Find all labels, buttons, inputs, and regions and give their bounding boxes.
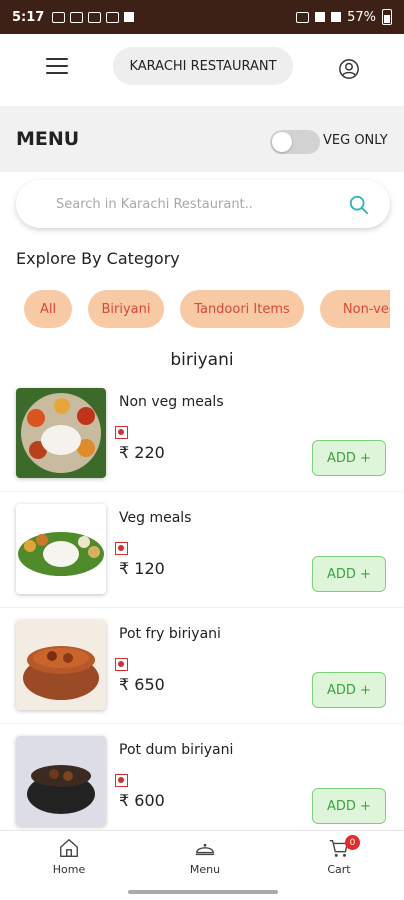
home-icon	[60, 839, 78, 857]
item-price: ₹ 600	[119, 791, 165, 810]
bottom-navigation: Home Menu 0 Cart	[0, 830, 404, 886]
instagram-icon	[52, 11, 66, 23]
category-heading: Explore By Category	[16, 249, 180, 268]
nav-home-label: Home	[52, 863, 86, 876]
nav-cart-label: Cart	[327, 863, 351, 876]
item-image-pot-fry-biriyani	[16, 620, 106, 710]
notification-icons	[52, 11, 135, 23]
search-area	[0, 172, 404, 238]
category-biriyani[interactable]: Biriyani	[88, 290, 164, 328]
wifi-icon	[315, 12, 326, 22]
hamburger-icon[interactable]	[46, 56, 68, 76]
veg-only-label: VEG ONLY	[323, 133, 388, 148]
gmail-icon	[106, 11, 120, 23]
volte-icon	[296, 11, 310, 23]
battery-icon	[382, 9, 392, 25]
menu-item[interactable]: Non veg meals ₹ 220 ADD +	[0, 376, 404, 492]
item-price: ₹ 220	[119, 443, 165, 462]
nav-cart[interactable]: 0 Cart	[299, 835, 379, 876]
category-tandoori-items[interactable]: Tandoori Items	[180, 290, 304, 328]
cart-count-badge: 0	[345, 835, 360, 850]
signal-icon	[331, 12, 342, 22]
menu-item[interactable]: Pot fry biriyani ₹ 650 ADD +	[0, 608, 404, 724]
nav-menu-label: Menu	[189, 863, 221, 876]
nav-home[interactable]: Home	[29, 837, 109, 876]
notification-bell-icon	[124, 12, 135, 22]
search-input[interactable]	[56, 193, 326, 215]
item-name: Veg meals	[119, 510, 192, 526]
item-name: Non veg meals	[119, 394, 224, 410]
top-app-bar: KARACHI RESTAURANT	[0, 34, 404, 106]
menu-title: MENU	[16, 128, 80, 150]
menu-item[interactable]: Pot dum biriyani ₹ 600 ADD +	[0, 724, 404, 840]
item-name: Pot fry biriyani	[119, 626, 221, 642]
food-cloche-icon	[195, 843, 215, 856]
gesture-bar	[128, 890, 278, 894]
restaurant-name-pill[interactable]: KARACHI RESTAURANT	[113, 47, 293, 85]
item-name: Pot dum biriyani	[119, 742, 234, 758]
item-image-veg-meals	[16, 504, 106, 594]
user-circle-icon[interactable]	[338, 58, 360, 80]
item-price: ₹ 120	[119, 559, 165, 578]
search-box[interactable]	[16, 180, 390, 228]
add-button[interactable]: ADD +	[312, 788, 386, 824]
item-price: ₹ 650	[119, 675, 165, 694]
toggle-knob	[272, 132, 292, 152]
add-button[interactable]: ADD +	[312, 672, 386, 708]
add-button[interactable]: ADD +	[312, 556, 386, 592]
image-icon	[88, 11, 102, 23]
add-button[interactable]: ADD +	[312, 440, 386, 476]
non-veg-icon	[115, 774, 128, 787]
item-image-pot-dum-biriyani	[16, 736, 106, 826]
category-scroller[interactable]: All Biriyani Tandoori Items Non-veg	[0, 290, 390, 332]
non-veg-icon	[115, 542, 128, 555]
menu-item[interactable]: Veg meals ₹ 120 ADD +	[0, 492, 404, 608]
non-veg-icon	[115, 658, 128, 671]
search-icon[interactable]	[348, 194, 370, 216]
nav-menu[interactable]: Menu	[165, 837, 245, 876]
category-all[interactable]: All	[24, 290, 72, 328]
non-veg-icon	[115, 426, 128, 439]
battery-percentage: 57%	[347, 9, 376, 25]
menu-header: MENU VEG ONLY	[0, 106, 404, 172]
veg-only-toggle[interactable]	[270, 130, 320, 154]
status-time: 5:17	[12, 9, 45, 25]
status-bar: 5:17 57%	[0, 0, 404, 34]
youtube-icon	[70, 11, 84, 23]
section-title: biriyani	[170, 350, 234, 370]
category-non-veg[interactable]: Non-veg	[320, 290, 390, 328]
item-image-non-veg-meals	[16, 388, 106, 478]
